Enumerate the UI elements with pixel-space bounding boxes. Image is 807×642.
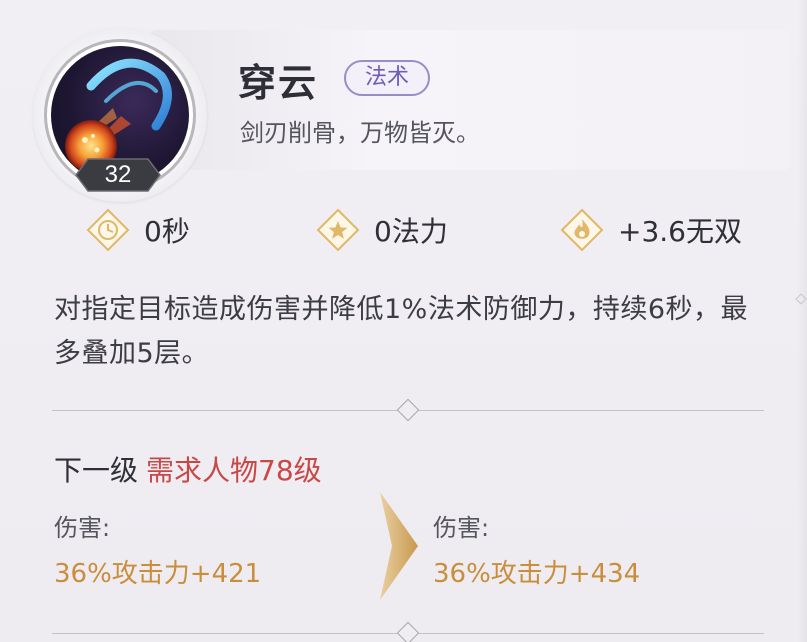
next-damage-value: 36%攻击力+434 — [433, 559, 641, 589]
mana-cost-value: 0法力 — [374, 215, 448, 248]
stat-wushuang: +3.6无双 — [560, 208, 742, 252]
clock-icon — [86, 208, 130, 252]
cooldown-value: 0秒 — [144, 215, 190, 248]
current-damage-label: 伤害: — [54, 514, 111, 542]
skill-name: 穿云 — [238, 61, 319, 105]
flame-icon — [560, 208, 604, 252]
next-level-header: 下一级 需求人物78级 — [54, 449, 322, 489]
skill-type-tag: 法术 — [344, 60, 430, 96]
level-requirement: 需求人物78级 — [146, 454, 322, 487]
current-damage-value: 36%攻击力+421 — [54, 559, 262, 589]
stat-mana-cost: 0法力 — [316, 208, 448, 252]
skill-level-badge: 32 — [74, 157, 162, 193]
star-icon — [316, 208, 360, 252]
chevron-right-icon — [378, 490, 422, 602]
skill-motto: 剑刃削骨，万物皆灭。 — [240, 119, 480, 147]
next-level-label: 下一级 — [54, 454, 139, 487]
skill-description: 对指定目标造成伤害并降低1%法术防御力，持续6秒，最多叠加5层。 — [54, 294, 749, 369]
panel-edge — [797, 0, 807, 642]
wushuang-value: +3.6无双 — [618, 215, 742, 248]
skill-level: 32 — [104, 161, 132, 188]
stat-cooldown: 0秒 — [86, 208, 190, 252]
next-damage-label: 伤害: — [433, 514, 490, 542]
